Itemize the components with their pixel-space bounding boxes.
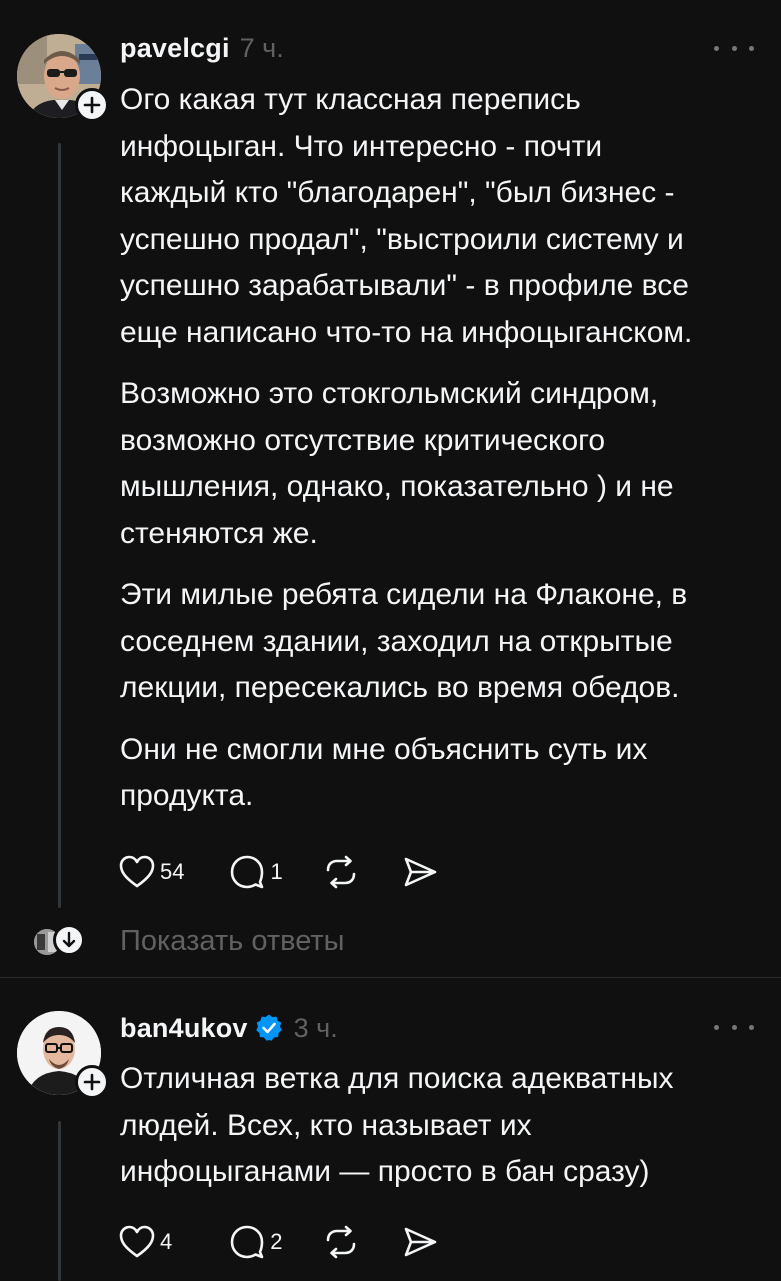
repost-button[interactable] <box>323 1224 359 1260</box>
post-paragraph: Отличная ветка для поиска адекватных люд… <box>120 1062 674 1188</box>
thread-line <box>58 1121 61 1281</box>
post-actions: 4 2 <box>118 1222 439 1262</box>
heart-icon <box>119 855 155 888</box>
comment-icon <box>230 1225 264 1259</box>
post-paragraph: Они не смогли мне объяснить суть их прод… <box>120 732 648 813</box>
post-pavelcgi: pavelcgi 7 ч. Ого какая тут классная пер… <box>0 0 781 975</box>
show-replies-link[interactable]: Показать ответы <box>120 925 344 958</box>
post-timestamp: 3 ч. <box>293 1012 338 1043</box>
send-icon <box>404 857 437 887</box>
post-paragraph: Ого какая тут классная перепись инфоцыга… <box>120 83 693 349</box>
arrow-down-icon <box>62 931 76 948</box>
share-button[interactable] <box>401 1224 439 1260</box>
post-body: Ого какая тут классная перепись инфоцыга… <box>120 77 760 820</box>
thread-line <box>58 143 61 908</box>
like-button[interactable]: 54 <box>118 854 184 890</box>
post-timestamp: 7 ч. <box>239 32 284 63</box>
post-body: Отличная ветка для поиска адекватных люд… <box>120 1056 760 1196</box>
plus-icon <box>83 96 101 114</box>
follow-button-pavelcgi[interactable] <box>75 88 109 122</box>
like-count: 4 <box>160 1229 173 1254</box>
post-paragraph: Возможно это стокгольмский синдром, возм… <box>120 377 674 550</box>
verified-badge-icon <box>255 1014 282 1041</box>
reply-count: 2 <box>270 1229 283 1254</box>
post-header: ban4ukov 3 ч. <box>120 1008 338 1048</box>
more-dot <box>749 1024 754 1030</box>
like-count: 54 <box>160 859 185 884</box>
share-button[interactable] <box>401 854 439 890</box>
more-options-button[interactable] <box>714 38 754 58</box>
username-link[interactable]: ban4ukov <box>120 1013 248 1044</box>
send-icon <box>404 1227 436 1257</box>
like-button[interactable]: 4 <box>118 1224 172 1260</box>
repost-button[interactable] <box>323 854 359 890</box>
comment-icon <box>231 855 264 889</box>
post-ban4ukov: ban4ukov 3 ч. Отличная ветка для поиска … <box>0 978 781 1281</box>
more-dot <box>749 45 754 51</box>
repost-icon <box>326 1225 355 1259</box>
heart-icon <box>119 1225 155 1258</box>
more-dots-icon <box>714 45 719 51</box>
post-paragraph: Эти милые ребята сидели на Флаконе, в со… <box>120 578 688 704</box>
reply-button[interactable]: 1 <box>228 854 283 890</box>
more-options-button[interactable] <box>714 1017 754 1037</box>
follow-button-ban4ukov[interactable] <box>75 1065 109 1099</box>
username-link[interactable]: pavelcgi <box>120 33 230 64</box>
show-replies-arrow[interactable] <box>53 924 85 956</box>
reply-button[interactable]: 2 <box>228 1224 283 1260</box>
post-actions: 54 1 <box>118 852 439 892</box>
plus-icon <box>83 1073 101 1091</box>
reply-count: 1 <box>270 859 283 884</box>
more-dots-icon <box>714 1024 719 1030</box>
repost-icon <box>326 855 356 889</box>
more-dot <box>731 45 737 51</box>
more-dot <box>731 1024 737 1030</box>
post-header: pavelcgi 7 ч. <box>120 28 284 68</box>
